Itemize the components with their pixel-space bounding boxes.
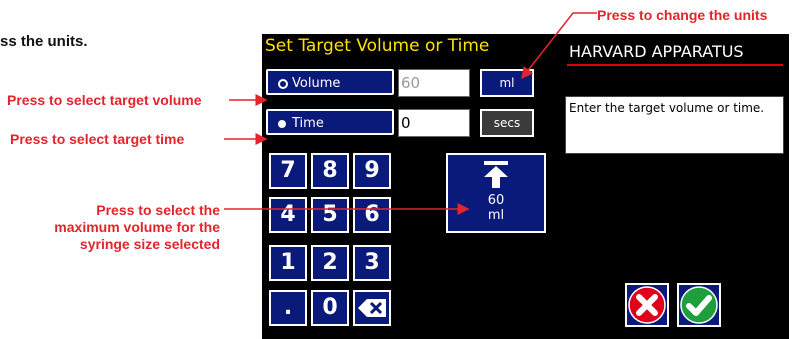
callout-max-line3: syringe size selected [79, 236, 220, 252]
brand-name: HARVARD APPARATUS [569, 42, 744, 61]
max-volume-value: 60 [487, 193, 505, 208]
callout-max-line1: Press to select the [96, 202, 220, 218]
key-0[interactable]: 0 [311, 290, 349, 326]
volume-unit-button[interactable]: ml [480, 69, 534, 97]
arrow-to-top-icon [484, 161, 508, 188]
time-select-button[interactable]: Time [266, 109, 394, 135]
message-box: Enter the target volume or time. [565, 96, 784, 154]
volume-value-field[interactable]: 60 [398, 69, 470, 97]
callout-units: Press to change the units [597, 7, 768, 23]
pump-screen: Set Target Volume or Time HARVARD APPARA… [262, 34, 789, 339]
key-6[interactable]: 6 [353, 197, 391, 233]
max-volume-unit: ml [487, 208, 505, 223]
brand-underline [567, 64, 783, 66]
volume-label: Volume [292, 76, 341, 91]
time-value-field[interactable]: 0 [398, 109, 470, 137]
key-7[interactable]: 7 [269, 153, 307, 189]
screen-title: Set Target Volume or Time [265, 36, 490, 56]
key-8[interactable]: 8 [311, 153, 349, 189]
key-9[interactable]: 9 [353, 153, 391, 189]
volume-radio-icon [278, 79, 288, 89]
callout-volume: Press to select target volume [7, 92, 202, 108]
confirm-check-icon [680, 286, 718, 324]
cancel-button[interactable] [625, 283, 669, 327]
key-1[interactable]: 1 [269, 245, 307, 281]
intro-text: ss the units. [0, 33, 88, 50]
key-3[interactable]: 3 [353, 245, 391, 281]
backspace-icon [358, 299, 386, 317]
cancel-x-icon [628, 286, 666, 324]
callout-time: Press to select target time [10, 131, 185, 147]
key-decimal[interactable]: . [269, 290, 307, 326]
key-2[interactable]: 2 [311, 245, 349, 281]
time-label: Time [292, 116, 324, 131]
max-volume-button[interactable]: 60 ml [446, 153, 546, 233]
callout-max-volume: Press to select the maximum volume for t… [40, 202, 220, 253]
confirm-button[interactable] [677, 283, 721, 327]
time-radio-icon [278, 120, 286, 128]
key-5[interactable]: 5 [311, 197, 349, 233]
key-4[interactable]: 4 [269, 197, 307, 233]
backspace-key[interactable] [353, 290, 391, 326]
volume-select-button[interactable]: Volume [266, 69, 394, 95]
callout-max-line2: maximum volume for the [54, 219, 220, 235]
time-unit-button[interactable]: secs [480, 109, 534, 137]
